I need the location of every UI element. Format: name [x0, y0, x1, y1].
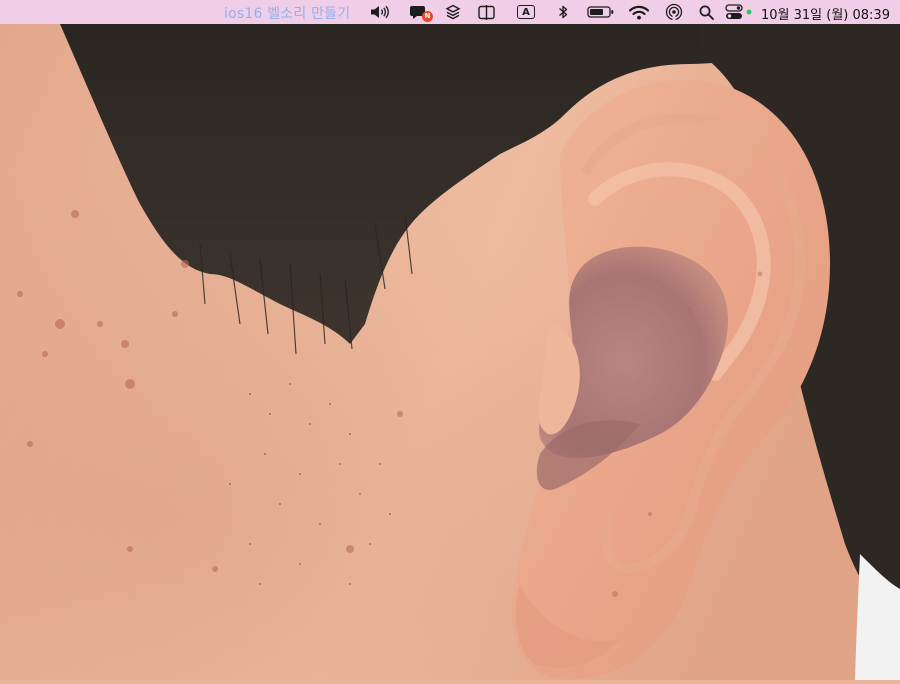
ear-photo	[0, 24, 900, 680]
wifi-icon[interactable]	[628, 2, 650, 22]
layers-icon[interactable]	[444, 2, 462, 22]
menu-bar: ios16 벨소리 만들기 N A 10월 31일 (월) 08:39	[0, 0, 900, 24]
translate-badge: N	[422, 11, 433, 22]
status-dot	[745, 2, 753, 22]
bluetooth-icon[interactable]	[556, 2, 570, 22]
search-icon[interactable]	[698, 2, 714, 22]
translate-icon[interactable]: N	[408, 2, 433, 22]
input-source-icon[interactable]: A	[515, 2, 537, 22]
input-source-label: A	[517, 5, 535, 19]
split-view-icon[interactable]	[477, 2, 495, 22]
control-center-icon[interactable]	[724, 2, 744, 22]
battery-icon[interactable]	[586, 2, 616, 22]
menu-bar-clock[interactable]: 10월 31일 (월) 08:39	[761, 4, 890, 23]
volume-icon[interactable]	[369, 2, 391, 22]
airdrop-icon[interactable]	[664, 2, 684, 22]
app-title[interactable]: ios16 벨소리 만들기	[224, 3, 350, 23]
